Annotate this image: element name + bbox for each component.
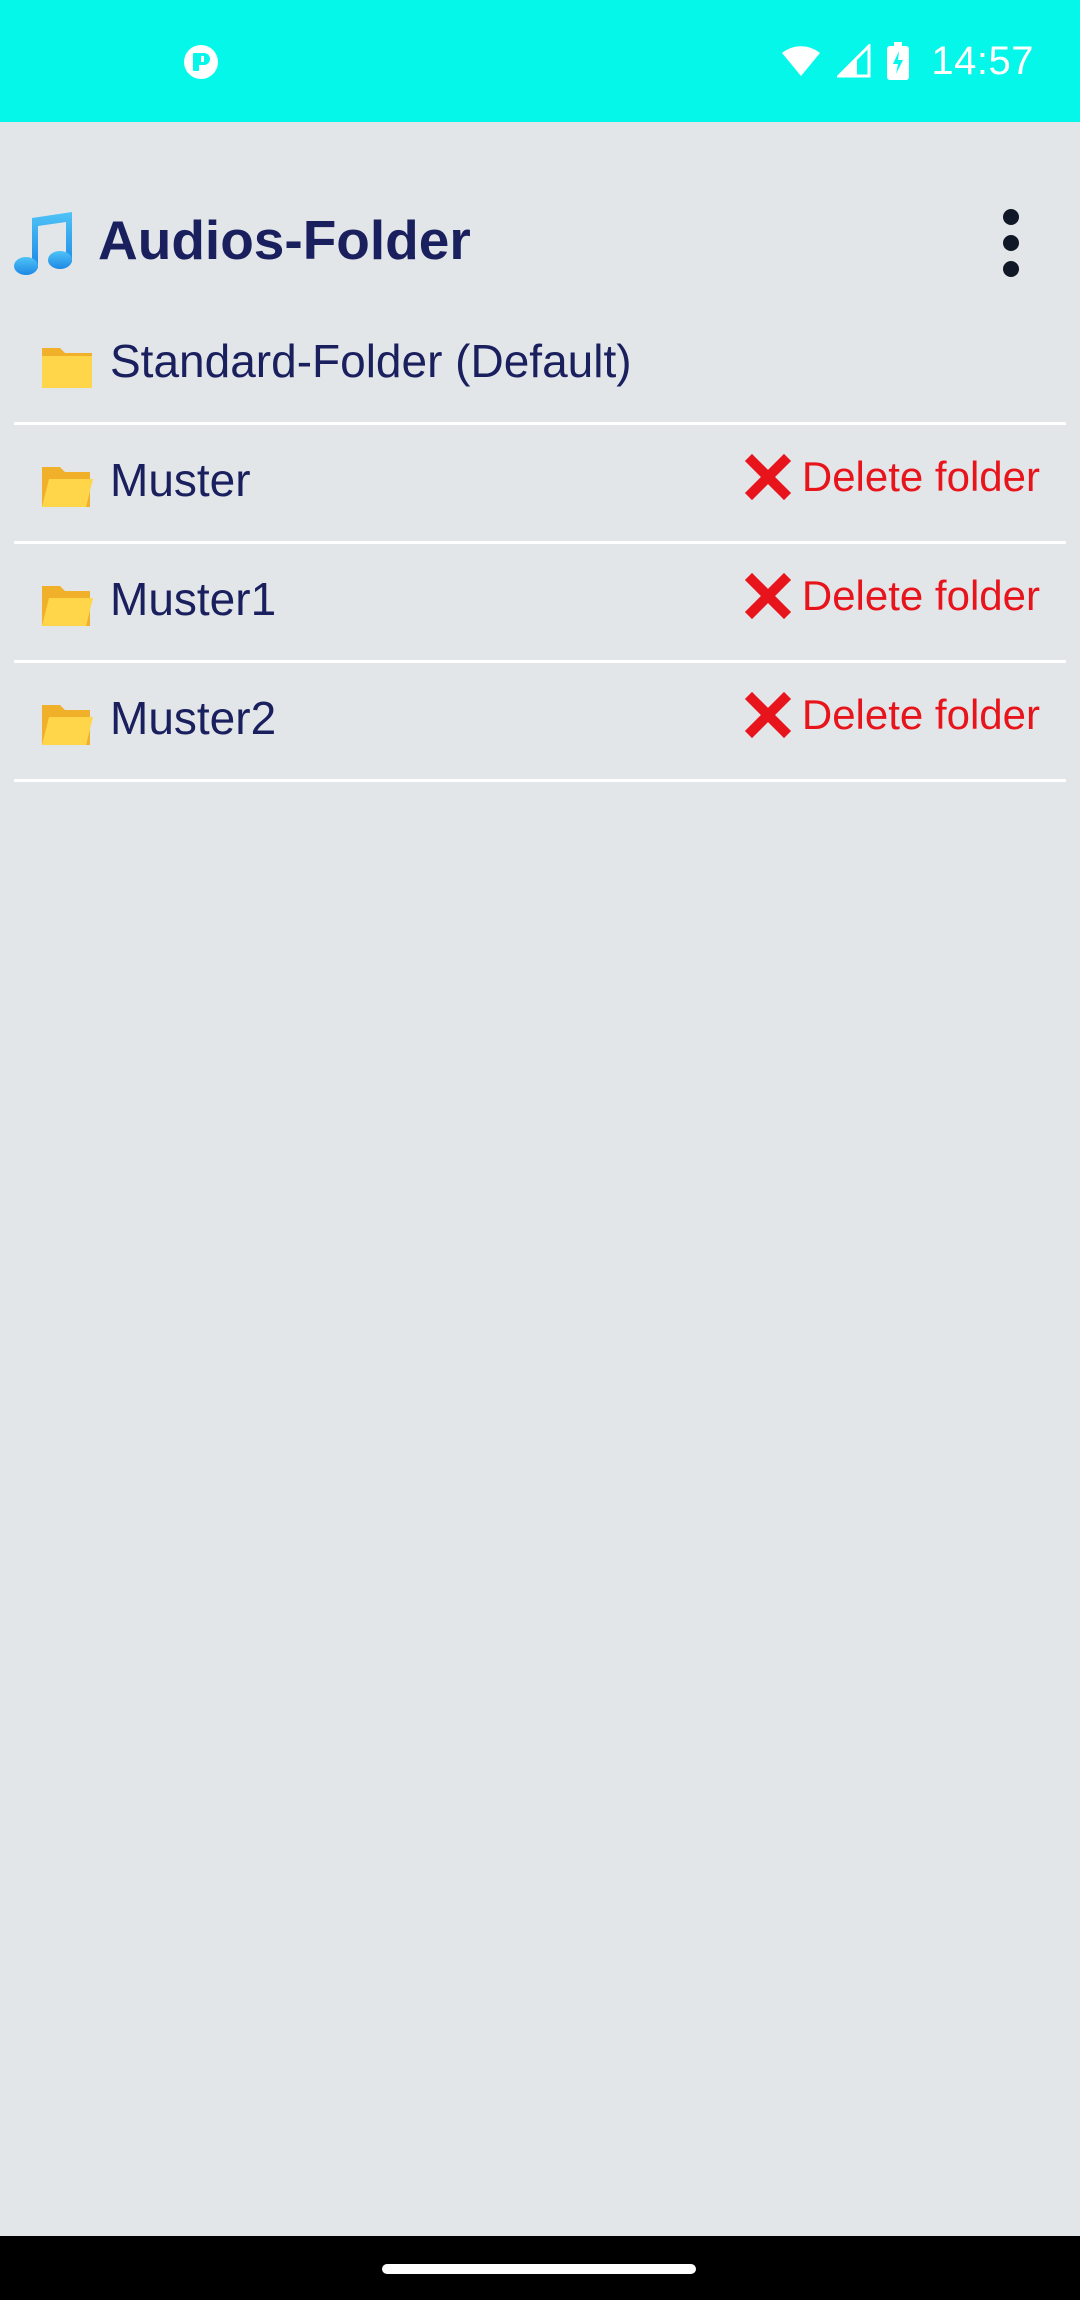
folder-open-icon	[42, 705, 93, 745]
delete-folder-label: Delete folder	[801, 691, 1040, 738]
more-vert-icon	[1003, 209, 1019, 277]
folder-name: Muster	[110, 454, 251, 506]
delete-folder-button[interactable]: Delete folder	[744, 691, 1040, 739]
folder-name: Muster2	[110, 692, 277, 744]
status-time: 14:57	[931, 38, 1034, 83]
app-notification-icon	[184, 45, 218, 79]
folder-name: Muster1	[110, 573, 277, 625]
music-note-icon	[14, 212, 72, 275]
battery-icon	[887, 42, 910, 80]
list-item[interactable]: Standard-Folder (Default)	[14, 306, 1066, 425]
wifi-icon	[782, 46, 821, 76]
close-icon	[744, 691, 791, 739]
delete-folder-button[interactable]: Delete folder	[744, 572, 1040, 620]
navigation-bar	[0, 2236, 1080, 2300]
delete-folder-label: Delete folder	[801, 572, 1040, 619]
folder-closed-icon	[42, 348, 92, 388]
list-item[interactable]: Muster Delete folder	[14, 425, 1066, 544]
folder-open-icon	[42, 467, 93, 507]
close-icon	[744, 572, 791, 620]
close-icon	[744, 453, 791, 501]
overflow-menu-button[interactable]	[976, 208, 1046, 278]
list-item[interactable]: Muster2 Delete folder	[14, 663, 1066, 782]
page-title: Audios-Folder	[98, 209, 471, 271]
app-header: Audios-Folder	[0, 190, 1080, 290]
home-gesture-handle[interactable]	[382, 2264, 696, 2274]
delete-folder-button[interactable]: Delete folder	[744, 453, 1040, 501]
delete-folder-label: Delete folder	[801, 453, 1040, 500]
signal-icon	[837, 44, 871, 78]
folder-list: Standard-Folder (Default) Muster Delete …	[14, 306, 1066, 782]
list-item[interactable]: Muster1 Delete folder	[14, 544, 1066, 663]
folder-name: Standard-Folder (Default)	[110, 335, 632, 387]
status-bar: 14:57	[0, 0, 1080, 122]
folder-open-icon	[42, 586, 93, 626]
